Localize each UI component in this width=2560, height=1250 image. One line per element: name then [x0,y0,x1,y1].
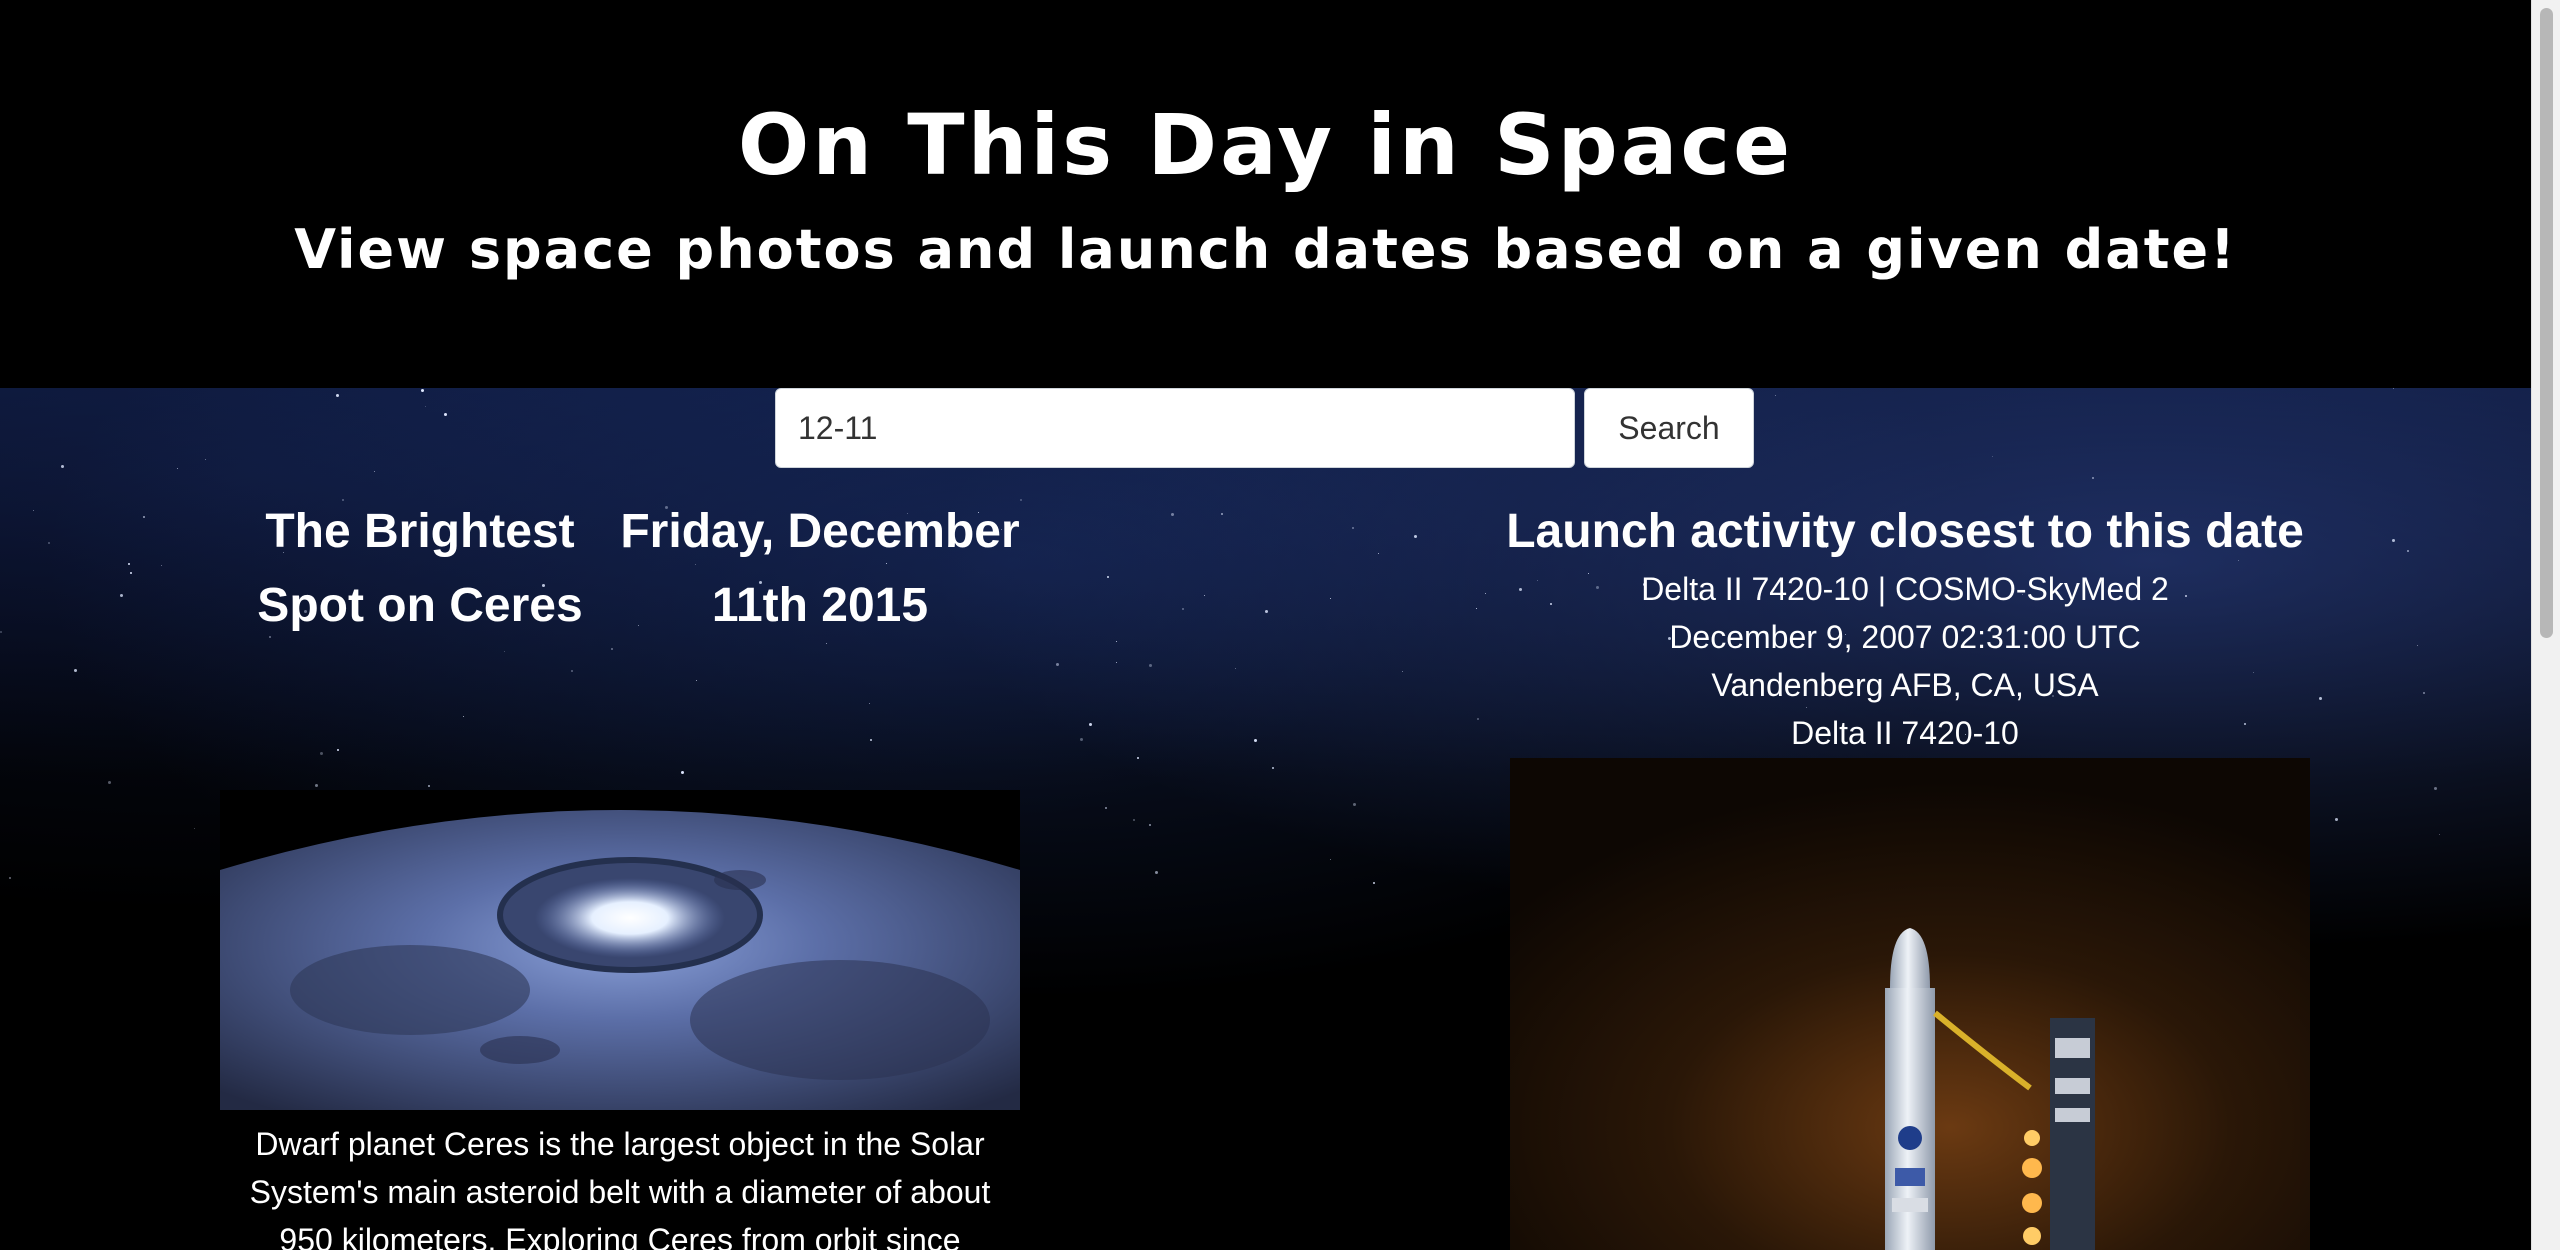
rocket-photo [1510,758,2310,1250]
date-search-input[interactable] [775,388,1575,468]
star-dot [205,459,206,460]
star-dot [444,413,447,416]
star-dot [1116,662,1117,663]
star-dot [1089,723,1092,726]
star-dot [1221,513,1223,515]
star-dot [428,785,430,787]
star-dot [421,389,424,392]
star-dot [320,752,323,755]
star-dot [571,670,573,672]
vertical-scrollbar[interactable] [2531,0,2560,1250]
star-dot [1080,738,1083,741]
star-dot [33,510,34,511]
star-dot [1330,598,1331,599]
launch-details: Delta II 7420-10 | COSMO-SkyMed 2 Decemb… [1440,565,2370,757]
star-dot [2092,477,2094,479]
photo-title-line-2: Spot on Ceres [257,579,583,632]
star-dot [130,572,132,574]
photo-date-line-2: 11th 2015 [711,579,929,632]
star-dot [425,406,426,407]
star-dot [504,651,505,652]
star-dot [143,516,145,518]
star-dot [0,631,2,633]
star-dot [1182,608,1184,610]
star-dot [1235,668,1236,669]
star-dot [194,828,195,829]
launch-location: Vandenberg AFB, CA, USA [1711,667,2099,703]
star-dot [1105,807,1107,809]
star-dot [2423,692,2425,694]
page-subtitle: View space photos and launch dates based… [294,218,2237,281]
page: On This Day in Space View space photos a… [0,0,2531,1250]
search-button[interactable]: Search [1584,388,1754,468]
star-dot [74,669,77,672]
star-dot [1414,535,1417,538]
star-dot [1378,553,1379,554]
launch-rocket: Delta II 7420-10 [1791,715,2019,751]
star-dot [1133,819,1135,821]
photo-explanation: Dwarf planet Ceres is the largest object… [249,1126,991,1250]
star-dot [1204,595,1205,596]
star-dot [1116,641,1117,642]
star-dot [336,394,339,397]
star-dot [463,716,464,717]
star-dot [2392,539,2395,542]
star-dot [177,468,178,469]
star-dot [1149,664,1152,667]
star-dot [2335,818,2338,821]
page-title: On This Day in Space [737,96,1794,194]
site-header: On This Day in Space View space photos a… [0,0,2531,388]
launch-name: Delta II 7420-10 | COSMO-SkyMed 2 [1641,571,2169,607]
star-dot [1373,882,1375,884]
star-dot [1254,739,1257,742]
star-dot [1265,610,1268,613]
star-dot [2434,787,2437,790]
star-dot [1353,803,1356,806]
star-dot [2393,388,2394,389]
star-dot [1330,859,1331,860]
star-dot [374,471,375,472]
photo-title-line-1: The Brightest [265,505,575,558]
photo-date-line-1: Friday, December [620,505,1020,558]
star-dot [2417,645,2418,646]
launch-datetime: December 9, 2007 02:31:00 UTC [1669,619,2141,655]
star-dot [1992,456,1993,457]
star-dot [2439,834,2440,835]
star-dot [826,643,827,644]
star-dot [1137,757,1139,759]
star-dot [1402,671,1403,672]
star-dot [161,565,162,566]
star-dot [9,877,11,879]
star-dot [1107,576,1109,578]
star-dot [2407,550,2409,552]
star-dot [681,771,684,774]
star-dot [315,784,318,787]
star-dot [870,739,872,741]
star-dot [611,648,613,650]
star-dot [108,781,111,784]
star-dot [61,465,64,468]
star-dot [337,749,339,751]
star-dot [1775,395,1776,396]
star-dot [1149,824,1151,826]
star-dot [1155,871,1158,874]
star-dot [869,703,870,704]
star-dot [696,680,697,681]
star-dot [1056,663,1059,666]
photo-date: Friday, December 11th 2015 [615,495,1025,643]
photo-title: The Brightest Spot on Ceres [220,495,620,643]
star-dot [1272,767,1274,769]
star-dot [128,563,130,565]
star-dot [48,542,50,544]
star-dot [1352,527,1354,529]
scrollbar-thumb[interactable] [2540,8,2553,638]
launch-heading: Launch activity closest to this date [1506,505,2304,558]
star-dot [1171,513,1174,516]
star-dot [120,594,123,597]
ceres-photo [220,790,1020,1110]
